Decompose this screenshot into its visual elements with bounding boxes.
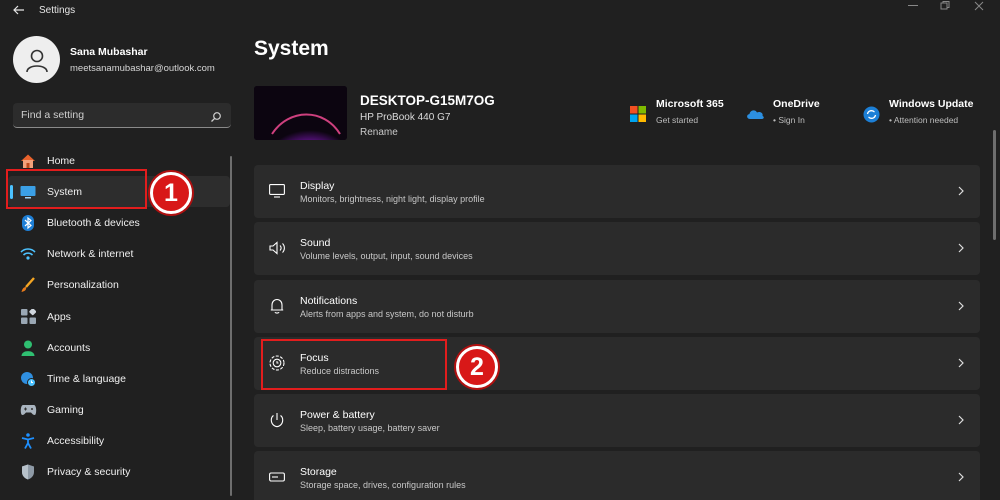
power-icon (268, 411, 286, 429)
chevron-right-icon (956, 471, 966, 483)
user-email: meetsanamubashar@outlook.com (70, 62, 215, 74)
rename-link[interactable]: Rename (360, 127, 398, 138)
sidebar-item-accounts[interactable]: Accounts (8, 332, 230, 363)
card-title: Storage (300, 466, 337, 479)
user-profile[interactable]: Sana Mubashar meetsanamubashar@outlook.c… (13, 36, 215, 83)
sidebar-item-personalization[interactable]: Personalization (8, 270, 230, 301)
sidebar-item-accessibility[interactable]: Accessibility (8, 426, 230, 457)
card-title: Display (300, 180, 335, 192)
sidebar-item-label: Home (47, 154, 76, 167)
cloud-icon (745, 104, 765, 124)
quick-tile-title: Microsoft 365 (656, 98, 724, 110)
sidebar-item-label: Gaming (47, 404, 84, 417)
display-icon (268, 182, 286, 200)
shield-icon (19, 463, 37, 481)
quick-tile-status: Get started (656, 115, 699, 125)
notifications-card[interactable]: Notifications Alerts from apps and syste… (254, 279, 980, 333)
quick-tile-title: Windows Update (889, 98, 974, 110)
maximize-icon[interactable] (930, 0, 960, 12)
quick-tile-title: OneDrive (773, 98, 820, 110)
chevron-right-icon (956, 414, 966, 426)
sidebar-item-label: Privacy & security (47, 466, 131, 479)
card-title: Power & battery (300, 409, 375, 422)
user-name: Sana Mubashar (70, 45, 148, 58)
power-battery-card[interactable]: Power & battery Sleep, battery usage, ba… (254, 394, 980, 448)
sidebar-item-label: Apps (47, 310, 71, 323)
annotation-number: 1 (164, 178, 178, 207)
close-icon[interactable] (964, 0, 994, 12)
sidebar-item-apps[interactable]: Apps (8, 301, 230, 332)
device-wallpaper-image (254, 86, 347, 140)
sidebar-item-bluetooth[interactable]: Bluetooth & devices (8, 207, 230, 238)
accessibility-icon (19, 432, 37, 450)
storage-card[interactable]: Storage Storage space, drives, configura… (254, 451, 980, 500)
quick-tile-status: • Attention needed (889, 115, 959, 125)
card-title: Sound (300, 237, 331, 250)
sidebar-scrollbar[interactable] (230, 156, 232, 496)
search-input[interactable] (13, 103, 203, 127)
sidebar-item-time-language[interactable]: Time & language (8, 363, 230, 394)
title-bar: Settings (0, 0, 1000, 22)
microsoft-logo-icon (628, 104, 648, 124)
sidebar-item-label: Network & internet (47, 248, 134, 261)
bluetooth-icon (19, 214, 37, 232)
sidebar-item-label: Time & language (47, 372, 126, 385)
annotation-number: 2 (470, 352, 484, 381)
sidebar-item-label: Accounts (47, 341, 91, 354)
annotation-badge-2: 2 (456, 346, 498, 388)
avatar (13, 36, 60, 83)
main-scrollbar[interactable] (993, 130, 996, 240)
annotation-highlight-system (6, 169, 147, 209)
chevron-right-icon (956, 185, 966, 197)
settings-list: Display Monitors, brightness, night ligh… (254, 165, 980, 500)
chevron-right-icon (956, 300, 966, 312)
sidebar-item-gaming[interactable]: Gaming (8, 395, 230, 426)
card-description: Volume levels, output, input, sound devi… (300, 251, 473, 262)
sync-icon (861, 104, 881, 124)
window-title: Settings (39, 5, 76, 16)
wifi-icon (19, 245, 37, 263)
annotation-badge-1: 1 (150, 172, 192, 214)
quick-tile-status: • Sign In (773, 115, 805, 125)
back-arrow-icon[interactable] (10, 2, 28, 18)
microsoft-365-tile[interactable]: Microsoft 365 Get started (628, 98, 724, 125)
page-title: System (254, 37, 329, 60)
person-icon (25, 49, 48, 72)
chevron-right-icon (956, 357, 966, 369)
person-icon (19, 339, 37, 357)
chevron-right-icon (956, 242, 966, 254)
gamepad-icon (19, 401, 37, 419)
brush-icon (19, 276, 37, 294)
search-box[interactable] (13, 103, 231, 128)
bell-icon (268, 297, 286, 315)
sidebar-item-network[interactable]: Network & internet (8, 239, 230, 270)
windows-update-tile[interactable]: Windows Update • Attention needed (861, 98, 974, 125)
apps-icon (19, 308, 37, 326)
sidebar-item-label: Bluetooth & devices (47, 216, 140, 229)
device-model: HP ProBook 440 G7 (360, 112, 451, 123)
card-description: Storage space, drives, configuration rul… (300, 480, 466, 491)
storage-icon (268, 468, 286, 486)
device-name: DESKTOP-G15M7OG (360, 93, 495, 108)
search-icon[interactable] (210, 110, 222, 122)
display-card[interactable]: Display Monitors, brightness, night ligh… (254, 165, 980, 218)
onedrive-tile[interactable]: OneDrive • Sign In (745, 98, 820, 125)
globe-clock-icon (19, 370, 37, 388)
sidebar-item-label: Personalization (47, 279, 119, 292)
card-description: Monitors, brightness, night light, displ… (300, 194, 485, 204)
card-title: Notifications (300, 294, 358, 307)
home-icon (19, 152, 37, 170)
sidebar-item-label: Accessibility (47, 435, 105, 448)
card-description: Alerts from apps and system, do not dist… (300, 308, 474, 319)
card-description: Sleep, battery usage, battery saver (300, 423, 440, 434)
speaker-icon (268, 239, 286, 257)
annotation-highlight-focus (261, 339, 447, 390)
sound-card[interactable]: Sound Volume levels, output, input, soun… (254, 222, 980, 276)
minimize-icon[interactable] (898, 0, 928, 12)
sidebar-item-privacy-security[interactable]: Privacy & security (8, 457, 230, 488)
